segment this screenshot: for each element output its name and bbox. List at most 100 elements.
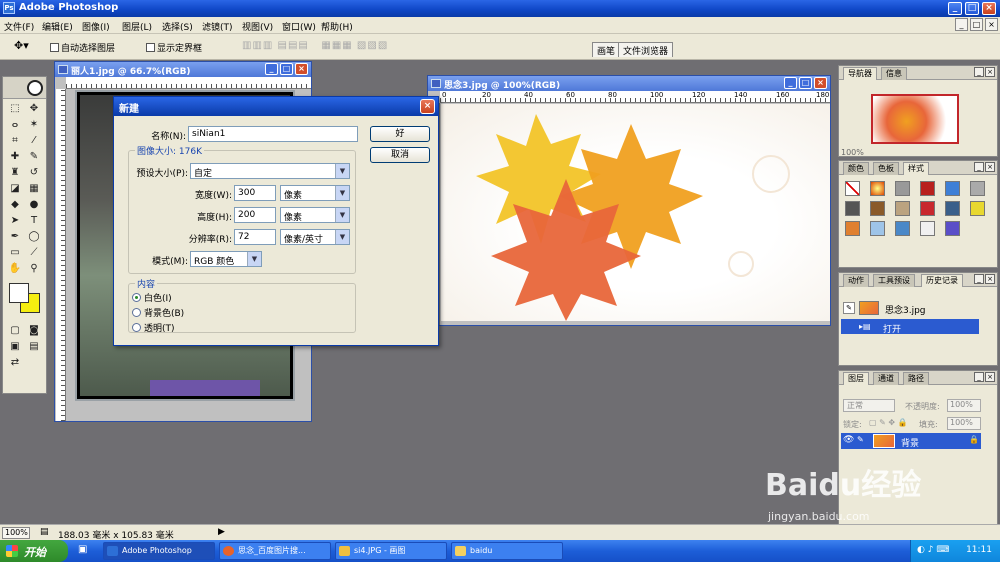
adobe-eye-icon[interactable]	[27, 80, 43, 96]
tab-history[interactable]: 历史记录	[921, 274, 963, 287]
eraser-tool-icon[interactable]: ◪	[6, 181, 24, 197]
mode-select[interactable]: RGB 颜色 ▼	[190, 251, 262, 267]
document-window-2[interactable]: 思念3.jpg @ 100%(RGB) _ □ × 0 20 40 60 80 …	[427, 75, 831, 326]
resolution-unit-select[interactable]: 像素/英寸 ▼	[280, 229, 350, 245]
history-brush-icon[interactable]: ↺	[25, 165, 43, 181]
navigator-zoom-value[interactable]: 100%	[841, 148, 864, 157]
document-info-icon[interactable]: ▤	[40, 527, 49, 537]
jump-to-imageready-icon[interactable]: ⇄	[6, 355, 24, 371]
style-swatch[interactable]	[920, 201, 935, 216]
dock-tab-file-browser[interactable]: 文件浏览器	[618, 42, 674, 57]
panel-minimize-icon[interactable]: _	[974, 162, 984, 172]
layer-visibility-eye-icon[interactable]: 👁	[843, 435, 854, 445]
move-tool-icon[interactable]: ✥▾	[14, 39, 29, 52]
start-button[interactable]: 开始	[0, 540, 68, 562]
style-swatch[interactable]	[845, 201, 860, 216]
foreground-color[interactable]	[9, 283, 29, 303]
task-folder[interactable]: baidu	[451, 542, 563, 560]
cancel-button[interactable]: 取消	[370, 147, 430, 163]
menu-view[interactable]: 视图(V)	[242, 20, 273, 33]
dialog-title-bar[interactable]: 新建 ×	[114, 97, 438, 116]
style-swatch[interactable]	[845, 221, 860, 236]
style-swatch[interactable]	[920, 221, 935, 236]
doc1-close-icon[interactable]: ×	[295, 63, 308, 75]
tab-layers[interactable]: 图层	[843, 372, 869, 385]
hand-tool-icon[interactable]: ✋	[6, 261, 24, 277]
style-swatch[interactable]	[945, 221, 960, 236]
lasso-tool-icon[interactable]: ⴰ	[6, 117, 24, 133]
menu-window[interactable]: 窗口(W)	[282, 20, 316, 33]
mdi-close-icon[interactable]: ×	[985, 18, 998, 31]
style-swatch[interactable]	[870, 201, 885, 216]
style-swatch[interactable]	[945, 181, 960, 196]
pen-tool-icon[interactable]: ✒	[6, 229, 24, 245]
magic-wand-icon[interactable]: ✶	[25, 117, 43, 133]
tab-info[interactable]: 信息	[881, 67, 907, 80]
width-input[interactable]	[234, 185, 276, 201]
history-snapshot-row[interactable]: ✎ 思念3.jpg	[841, 300, 979, 316]
preset-select[interactable]: 自定 ▼	[190, 163, 350, 179]
style-swatch[interactable]	[870, 181, 885, 196]
name-input[interactable]	[188, 126, 358, 142]
menu-edit[interactable]: 编辑(E)	[42, 20, 73, 33]
style-swatch[interactable]	[970, 201, 985, 216]
dialog-close-icon[interactable]: ×	[420, 99, 435, 114]
style-swatch[interactable]	[895, 221, 910, 236]
ok-button[interactable]: 好	[370, 126, 430, 142]
height-unit-select[interactable]: 像素 ▼	[280, 207, 350, 223]
style-swatch[interactable]	[945, 201, 960, 216]
show-desktop-icon[interactable]: ▣	[78, 544, 87, 555]
panel-minimize-icon[interactable]: _	[974, 274, 984, 284]
quick-mask-icon[interactable]: ◙	[25, 323, 43, 339]
doc2-canvas-leaves[interactable]	[441, 104, 830, 321]
healing-brush-icon[interactable]: ✚	[6, 149, 24, 165]
doc1-title-bar[interactable]: 丽人1.jpg @ 66.7%(RGB) _ □ ×	[55, 62, 311, 77]
menu-layer[interactable]: 图层(L)	[122, 20, 152, 33]
status-zoom-input[interactable]: 100%	[2, 527, 30, 539]
doc2-close-icon[interactable]: ×	[814, 77, 827, 89]
notes-tool-icon[interactable]: ▭	[6, 245, 24, 261]
fill-input[interactable]: 100%	[947, 417, 981, 430]
style-swatch[interactable]	[845, 181, 860, 196]
doc2-maximize-icon[interactable]: □	[799, 77, 812, 89]
task-paint[interactable]: si4.JPG - 画图	[335, 542, 447, 560]
panel-close-icon[interactable]: ×	[985, 372, 995, 382]
path-select-icon[interactable]: ➤	[6, 213, 24, 229]
standard-mode-icon[interactable]: ▢	[6, 323, 24, 339]
task-browser[interactable]: 思念_百度图片搜...	[219, 542, 331, 560]
menu-select[interactable]: 选择(S)	[162, 20, 193, 33]
tab-styles[interactable]: 样式	[903, 162, 929, 175]
fullscreen-mode-icon[interactable]: ▤	[25, 339, 43, 355]
style-swatch[interactable]	[970, 181, 985, 196]
history-brush-source-icon[interactable]: ✎	[843, 302, 855, 314]
tab-tool-presets[interactable]: 工具预设	[873, 274, 915, 287]
doc1-maximize-icon[interactable]: □	[280, 63, 293, 75]
auto-select-checkbox[interactable]: 自动选择图层	[50, 41, 115, 54]
content-white-radio[interactable]: 白色(I)	[132, 291, 172, 304]
close-button[interactable]: ×	[982, 2, 996, 15]
clone-stamp-icon[interactable]: ♜	[6, 165, 24, 181]
panel-minimize-icon[interactable]: _	[974, 372, 984, 382]
menu-file[interactable]: 文件(F)	[4, 20, 34, 33]
type-tool-icon[interactable]: T	[25, 213, 43, 229]
crop-tool-icon[interactable]: ⌗	[6, 133, 24, 149]
menu-image[interactable]: 图像(I)	[82, 20, 110, 33]
layer-row-background[interactable]: 👁 ✎ 背景 🔒	[841, 433, 981, 449]
tab-actions[interactable]: 动作	[843, 274, 869, 287]
content-transparent-radio[interactable]: 透明(T)	[132, 321, 175, 334]
menu-filter[interactable]: 滤镜(T)	[202, 20, 233, 33]
dodge-tool-icon[interactable]: ●	[25, 197, 43, 213]
shape-tool-icon[interactable]: ◯	[25, 229, 43, 245]
tab-paths[interactable]: 路径	[903, 372, 929, 385]
gradient-tool-icon[interactable]: ▦	[25, 181, 43, 197]
screen-mode-icon[interactable]: ▣	[6, 339, 24, 355]
status-menu-arrow-icon[interactable]: ▶	[218, 527, 225, 537]
zoom-tool-icon[interactable]: ⚲	[25, 261, 43, 277]
slice-tool-icon[interactable]: ⁄	[25, 133, 43, 149]
lock-icons[interactable]: ▢ ✎ ✥ 🔒	[869, 418, 908, 427]
style-swatch[interactable]	[870, 221, 885, 236]
task-photoshop[interactable]: Adobe Photoshop	[103, 542, 215, 560]
blend-mode-select[interactable]: 正常	[843, 399, 895, 412]
style-swatch[interactable]	[895, 201, 910, 216]
panel-close-icon[interactable]: ×	[985, 162, 995, 172]
